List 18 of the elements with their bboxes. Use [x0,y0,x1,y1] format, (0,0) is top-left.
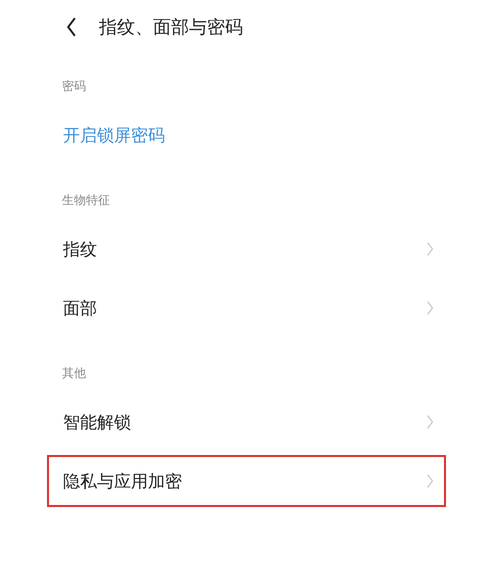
section-title: 密码 [61,78,87,95]
chevron-right-icon [426,300,434,316]
row-label: 隐私与应用加密 [63,470,182,492]
row-label: 指纹 [63,238,97,260]
chevron-right-icon [426,414,434,430]
highlighted-settings-row[interactable]: 隐私与应用加密 [47,455,446,507]
section-title: 生物特征 [61,192,111,209]
settings-row[interactable]: 智能解锁 [47,396,446,448]
page-title: 指纹、面部与密码 [99,16,243,39]
row-label: 智能解锁 [63,412,131,434]
chevron-right-icon [426,473,434,489]
row-label: 开启锁屏密码 [63,124,165,146]
back-icon [66,16,77,38]
section-title: 其他 [61,365,87,382]
settings-row[interactable]: 指纹 [47,223,446,275]
chevron-right-icon [426,241,434,257]
settings-row[interactable]: 面部 [47,282,446,334]
row-label: 面部 [63,298,97,320]
